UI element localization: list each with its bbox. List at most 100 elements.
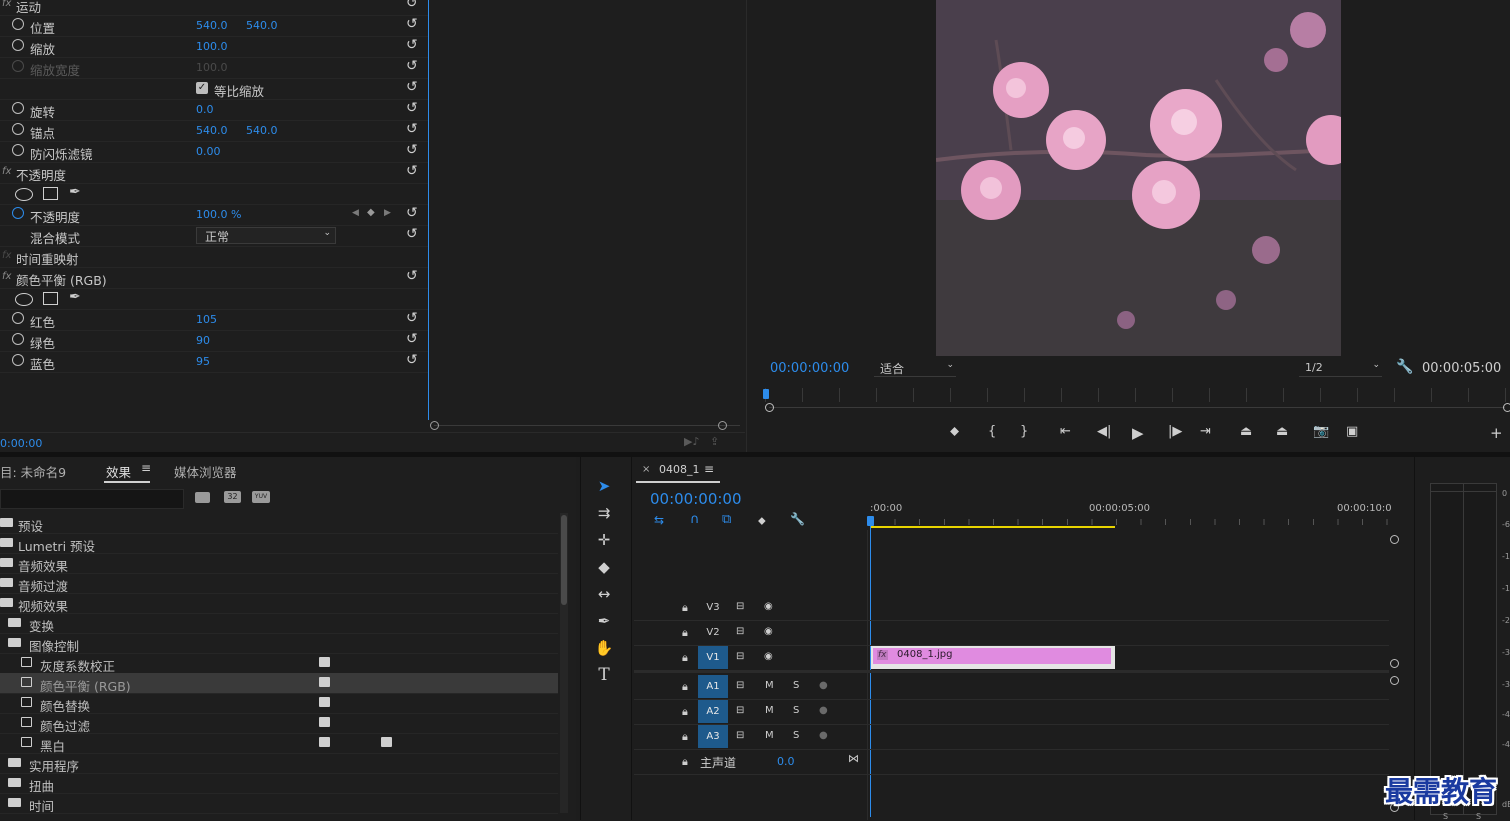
stopwatch-icon[interactable] bbox=[12, 333, 24, 345]
add-button-icon[interactable]: + bbox=[1490, 424, 1503, 442]
list-item[interactable]: 灰度系数校正 bbox=[0, 653, 558, 674]
mark-in-icon[interactable]: { bbox=[988, 424, 996, 439]
go-to-out-icon[interactable]: ⇥ bbox=[1200, 424, 1211, 439]
pen-mask-icon[interactable]: ✒ bbox=[69, 289, 81, 305]
selection-tool-icon[interactable]: ➤ bbox=[591, 474, 617, 498]
close-icon[interactable]: × bbox=[642, 464, 650, 475]
resolution-select[interactable]: 1/2 ⌄ bbox=[1299, 360, 1382, 377]
effects-scrollbar[interactable] bbox=[560, 513, 568, 813]
track-label[interactable]: A2 bbox=[698, 700, 728, 723]
linked-selection-icon[interactable]: ⧉ bbox=[722, 512, 731, 527]
reset-icon[interactable]: ↺ bbox=[406, 37, 418, 53]
stopwatch-icon[interactable] bbox=[12, 354, 24, 366]
solo-button[interactable]: S bbox=[793, 680, 799, 691]
track-label[interactable]: V3 bbox=[698, 596, 728, 619]
mark-out-icon[interactable]: } bbox=[1020, 424, 1028, 439]
tab-media-browser[interactable]: 媒体浏览器 bbox=[174, 462, 237, 481]
microphone-icon[interactable]: ● bbox=[819, 705, 828, 716]
rectangle-mask-icon[interactable] bbox=[43, 187, 58, 200]
reset-icon[interactable]: ↺ bbox=[406, 142, 418, 158]
solo-button[interactable]: S bbox=[793, 705, 799, 716]
eye-icon[interactable]: ◉ bbox=[764, 626, 773, 637]
track-label[interactable]: A3 bbox=[698, 725, 728, 748]
stopwatch-icon[interactable] bbox=[12, 123, 24, 135]
toggle-sync-icon[interactable]: ⊟ bbox=[736, 705, 744, 716]
wrench-icon[interactable]: 🔧 bbox=[1396, 359, 1413, 375]
reset-icon[interactable]: ↺ bbox=[406, 58, 418, 74]
list-item[interactable]: 扭曲 bbox=[0, 773, 558, 794]
position-x-value[interactable]: 540.0 bbox=[196, 19, 228, 32]
master-volume-value[interactable]: 0.0 bbox=[777, 755, 795, 768]
extract-icon[interactable]: ⏏ bbox=[1276, 424, 1288, 439]
motion-group-row[interactable]: fx 运动 ↺ bbox=[0, 0, 428, 16]
program-scrollbar[interactable] bbox=[769, 407, 1505, 408]
list-item[interactable]: 颜色过滤 bbox=[0, 713, 558, 734]
track-label[interactable]: A1 bbox=[698, 675, 728, 698]
mute-button[interactable]: M bbox=[765, 705, 774, 716]
add-keyframe-icon[interactable]: ◆ bbox=[367, 207, 375, 218]
ellipse-mask-icon[interactable] bbox=[15, 293, 33, 306]
lock-icon[interactable]: 🔒︎ bbox=[682, 730, 688, 744]
stopwatch-icon[interactable] bbox=[12, 39, 24, 51]
lock-icon[interactable]: 🔒︎ bbox=[682, 755, 688, 769]
mute-button[interactable]: M bbox=[765, 730, 774, 741]
play-icon[interactable]: ▶ bbox=[1132, 424, 1144, 442]
prev-keyframe-icon[interactable]: ◀ bbox=[352, 208, 359, 218]
reset-icon[interactable]: ↺ bbox=[406, 268, 418, 284]
list-item[interactable]: 时间 bbox=[0, 793, 558, 814]
32bit-effects-icon[interactable]: 32 bbox=[224, 491, 241, 503]
lock-icon[interactable]: 🔒︎ bbox=[682, 680, 688, 694]
mute-button[interactable]: M bbox=[765, 680, 774, 691]
accelerated-effects-icon[interactable] bbox=[195, 492, 210, 503]
scroll-handle-icon[interactable] bbox=[1503, 403, 1510, 412]
antiflicker-value[interactable]: 0.00 bbox=[196, 145, 221, 158]
hand-tool-icon[interactable]: ✋ bbox=[591, 636, 617, 660]
playhead-marker-icon[interactable] bbox=[763, 389, 769, 399]
solo-button[interactable]: S bbox=[793, 730, 799, 741]
master-end-icon[interactable]: ⋈ bbox=[848, 752, 859, 765]
menu-icon[interactable]: ≡ bbox=[141, 461, 151, 475]
effect-controls-timecode[interactable]: 0:00:00 bbox=[0, 437, 42, 450]
menu-icon[interactable]: ≡ bbox=[704, 462, 714, 476]
lock-icon[interactable]: 🔒︎ bbox=[682, 705, 688, 719]
stopwatch-icon[interactable] bbox=[12, 144, 24, 156]
compare-view-icon[interactable]: ▣ bbox=[1346, 424, 1358, 439]
stopwatch-icon[interactable] bbox=[12, 102, 24, 114]
stopwatch-icon[interactable] bbox=[12, 207, 24, 219]
next-keyframe-icon[interactable]: ▶ bbox=[384, 208, 391, 218]
list-item-selected[interactable]: 颜色平衡 (RGB) bbox=[0, 673, 558, 694]
go-to-in-icon[interactable]: ⇤ bbox=[1060, 424, 1071, 439]
opacity-group-row[interactable]: fx 不透明度 ↺ bbox=[0, 162, 428, 184]
sequence-tab[interactable]: 0408_1 bbox=[659, 463, 700, 476]
reset-icon[interactable]: ↺ bbox=[406, 352, 418, 368]
type-tool-icon[interactable]: T bbox=[591, 663, 617, 687]
tab-project[interactable]: 目: 未命名9 bbox=[0, 462, 66, 481]
scale-value[interactable]: 100.0 bbox=[196, 40, 228, 53]
eye-icon[interactable]: ◉ bbox=[764, 651, 773, 662]
camera-icon[interactable]: 📷 bbox=[1313, 424, 1329, 439]
microphone-icon[interactable]: ● bbox=[819, 730, 828, 741]
lock-icon[interactable]: 🔒︎ bbox=[682, 626, 688, 640]
reset-icon[interactable]: ↺ bbox=[406, 163, 418, 179]
reset-icon[interactable]: ↺ bbox=[406, 331, 418, 347]
keyframe-scrollbar[interactable] bbox=[434, 425, 740, 430]
uniform-scale-checkbox[interactable]: ✓ bbox=[196, 82, 208, 94]
time-ruler[interactable]: :00:00 00:00:05:00 00:00:10:0 bbox=[870, 501, 1392, 528]
toggle-sync-icon[interactable]: ⊟ bbox=[736, 680, 744, 691]
play-audio-icon[interactable]: ▶♪ bbox=[684, 435, 699, 448]
reset-icon[interactable]: ↺ bbox=[406, 0, 418, 11]
microphone-icon[interactable]: ● bbox=[819, 680, 828, 691]
list-item[interactable]: 音频过渡 bbox=[0, 573, 558, 594]
list-item[interactable]: 实用程序 bbox=[0, 753, 558, 774]
stopwatch-icon[interactable] bbox=[12, 18, 24, 30]
time-remap-row[interactable]: fx 时间重映射 bbox=[0, 246, 428, 268]
list-item[interactable]: 图像控制 bbox=[0, 633, 558, 654]
scroll-handle-icon[interactable] bbox=[1390, 535, 1399, 544]
step-back-icon[interactable]: ◀| bbox=[1097, 424, 1111, 439]
razor-tool-icon[interactable]: ◆ bbox=[591, 555, 617, 579]
tab-effects[interactable]: 效果 bbox=[106, 462, 131, 481]
track-select-tool-icon[interactable]: ⇉ bbox=[591, 501, 617, 525]
effects-search-input[interactable] bbox=[0, 489, 184, 509]
reset-icon[interactable]: ↺ bbox=[406, 226, 418, 242]
list-item[interactable]: 音频效果 bbox=[0, 553, 558, 574]
